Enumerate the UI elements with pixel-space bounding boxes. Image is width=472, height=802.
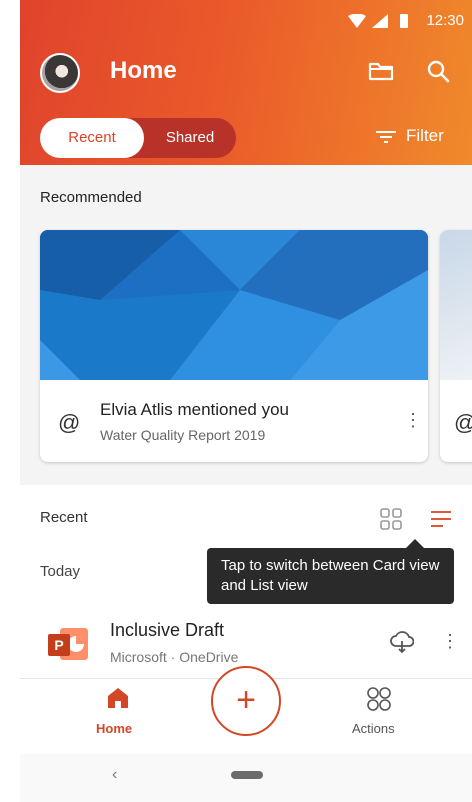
card-subtitle: Water Quality Report 2019: [100, 427, 266, 443]
card-title: Elvia Atlis mentioned you: [100, 400, 289, 419]
view-switch-tooltip: Tap to switch between Card view and List…: [207, 548, 454, 604]
search-icon[interactable]: [426, 59, 450, 83]
wifi-icon: [348, 14, 366, 28]
avatar[interactable]: [40, 53, 80, 93]
list-view-icon[interactable]: [430, 508, 452, 530]
recent-heading: Recent: [40, 509, 88, 526]
more-icon[interactable]: ⋮: [441, 631, 459, 652]
file-name[interactable]: Inclusive Draft: [110, 620, 224, 641]
home-pill[interactable]: [231, 771, 263, 779]
battery-icon: [400, 14, 408, 28]
recommended-heading: Recommended: [40, 189, 142, 206]
grid-view-icon[interactable]: [380, 508, 402, 530]
file-location: Microsoft · OneDrive: [110, 649, 239, 665]
recommended-card-partial[interactable]: @: [440, 230, 472, 462]
folder-icon[interactable]: [368, 60, 394, 82]
status-time: 12:30: [426, 12, 464, 29]
cloud-icon[interactable]: [390, 631, 414, 653]
tab-switcher: Recent Shared: [40, 118, 236, 158]
filter-icon: [376, 130, 396, 143]
more-icon[interactable]: ⋮: [404, 410, 422, 431]
filter-button[interactable]: Filter: [376, 126, 444, 146]
powerpoint-icon: P: [48, 628, 88, 660]
today-label: Today: [40, 563, 81, 580]
at-icon: @: [454, 410, 472, 436]
status-bar: 12:30: [262, 8, 472, 36]
recommended-card[interactable]: @ Elvia Atlis mentioned you Water Qualit…: [40, 230, 428, 462]
actions-icon[interactable]: [366, 686, 392, 712]
tooltip-arrow: [406, 539, 424, 548]
signal-icon: [372, 14, 388, 28]
page-title: Home: [110, 57, 177, 84]
nav-home-label[interactable]: Home: [96, 721, 132, 736]
home-icon[interactable]: [106, 686, 130, 710]
at-icon: @: [58, 410, 81, 435]
nav-actions-label[interactable]: Actions: [352, 721, 395, 736]
create-button[interactable]: +: [211, 666, 281, 736]
filter-label: Filter: [406, 126, 444, 145]
tab-shared[interactable]: Shared: [144, 118, 236, 158]
back-icon[interactable]: ‹: [112, 766, 117, 784]
card-thumbnail: [440, 230, 472, 380]
svg-text:P: P: [54, 637, 63, 653]
card-thumbnail: [40, 230, 428, 380]
tab-recent[interactable]: Recent: [40, 118, 144, 158]
